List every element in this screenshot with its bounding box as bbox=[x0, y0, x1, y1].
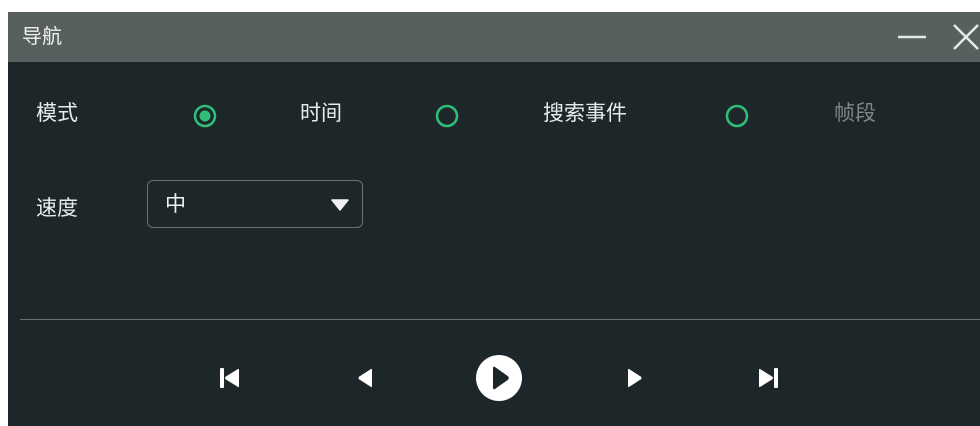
step-forward-button[interactable] bbox=[620, 363, 650, 393]
radio-time[interactable] bbox=[193, 104, 217, 128]
mode-option-search-event[interactable]: 搜索事件 bbox=[543, 98, 627, 128]
speed-label: 速度 bbox=[36, 196, 78, 220]
skip-to-end-button[interactable] bbox=[754, 363, 784, 393]
skip-to-end-icon bbox=[759, 368, 778, 388]
navigation-window: 导航 模式 时间 搜索事件 帧段 速度 中 bbox=[8, 12, 980, 426]
radio-unselected-icon bbox=[725, 104, 749, 128]
close-button[interactable] bbox=[948, 19, 980, 55]
close-icon bbox=[953, 24, 979, 50]
mode-label: 模式 bbox=[36, 101, 78, 125]
speed-select-value: 中 bbox=[165, 192, 186, 216]
minimize-button[interactable] bbox=[894, 19, 930, 55]
play-button[interactable] bbox=[474, 353, 524, 403]
skip-to-start-button[interactable] bbox=[214, 363, 244, 393]
radio-selected-icon bbox=[193, 104, 217, 128]
mode-option-frame-segment: 帧段 bbox=[834, 101, 876, 125]
window-title: 导航 bbox=[22, 24, 62, 48]
minimize-icon bbox=[898, 35, 926, 39]
radio-search-event[interactable] bbox=[435, 104, 459, 128]
step-back-button[interactable] bbox=[350, 363, 380, 393]
dropdown-arrow-icon bbox=[331, 199, 349, 211]
radio-frame-segment[interactable] bbox=[725, 104, 749, 128]
speed-select[interactable]: 中 bbox=[147, 180, 363, 228]
step-back-icon bbox=[358, 368, 372, 388]
skip-to-start-icon bbox=[220, 368, 239, 388]
mode-option-time[interactable]: 时间 bbox=[300, 98, 342, 128]
title-bar: 导航 bbox=[8, 12, 980, 62]
radio-unselected-icon bbox=[435, 104, 459, 128]
divider bbox=[20, 319, 980, 320]
step-forward-icon bbox=[628, 368, 642, 388]
play-icon bbox=[476, 355, 522, 401]
